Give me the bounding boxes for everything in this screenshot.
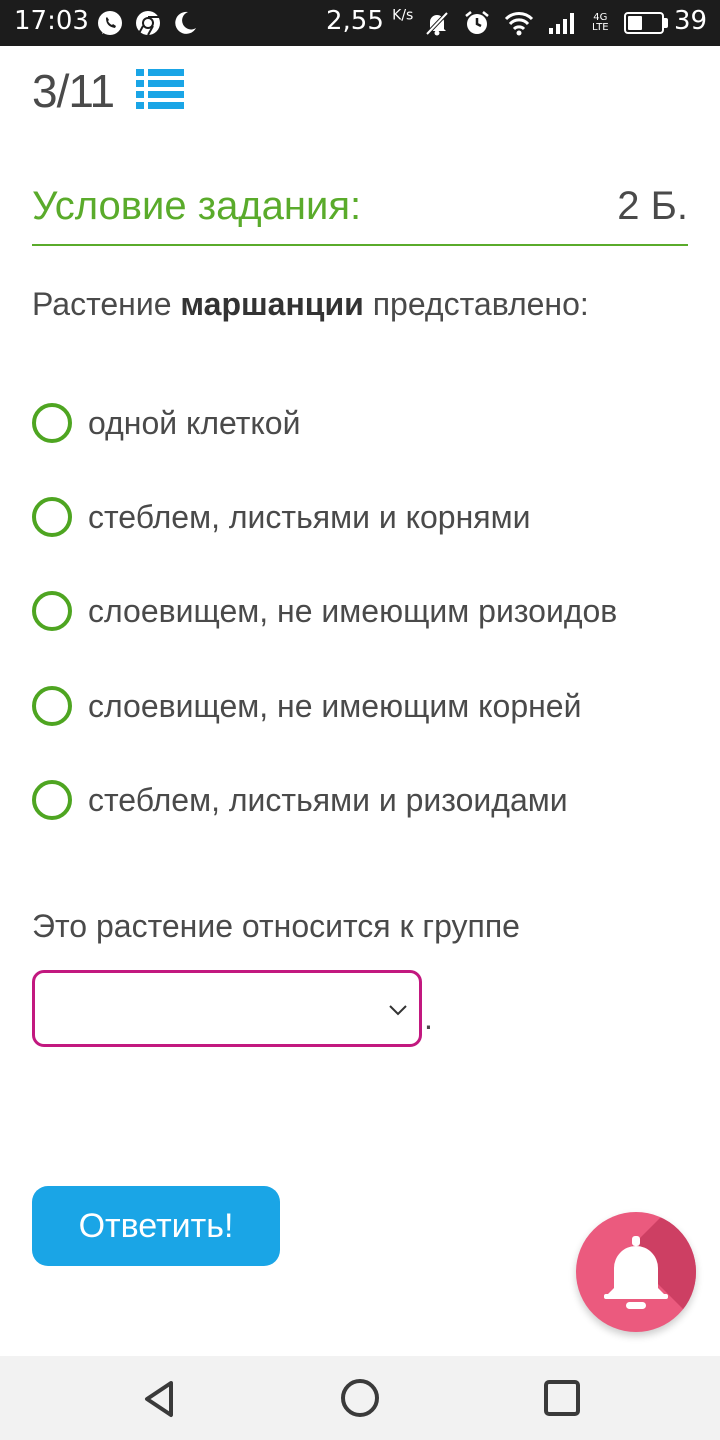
question-prefix: Растение: [32, 286, 181, 322]
wifi-icon: [504, 12, 534, 36]
nav-bar: [0, 1356, 720, 1440]
answer-option[interactable]: слоевищем, не имеющим ризоидов: [32, 590, 617, 632]
signal-icon: [549, 13, 574, 34]
question-progress: 3/11: [32, 65, 115, 117]
network-type-bottom: LTE: [592, 22, 609, 33]
answer-button[interactable]: Ответить!: [32, 1186, 280, 1266]
recents-icon[interactable]: [540, 1376, 584, 1420]
radio-button[interactable]: [32, 686, 72, 726]
answer-option-label: слоевищем, не имеющим ризоидов: [88, 592, 618, 629]
answer-option[interactable]: одной клеткой: [32, 402, 300, 444]
notification-button[interactable]: [576, 1212, 696, 1332]
radio-button[interactable]: [32, 403, 72, 443]
status-time: 17:03: [14, 6, 89, 36]
question-text: Растение маршанции представлено:: [32, 286, 589, 323]
battery-fill: [628, 16, 642, 30]
group-select[interactable]: [32, 970, 422, 1047]
muted-bell-icon: [425, 11, 449, 36]
alarm-icon: [465, 11, 489, 34]
select-trailing-period: .: [424, 1000, 433, 1036]
status-bar: 17:03 2,55 K/s 4G LTE 39: [0, 0, 720, 46]
back-icon[interactable]: [138, 1376, 184, 1422]
network-speed: 2,55 K/s: [326, 6, 413, 36]
condition-points: 2 Б.: [617, 184, 688, 228]
battery-level: 39: [674, 6, 708, 36]
status-icons-right: 4G LTE: [424, 9, 609, 37]
speed-value: 2,55: [326, 6, 384, 36]
radio-button[interactable]: [32, 780, 72, 820]
condition-divider: [32, 244, 688, 246]
moon-icon: [175, 11, 196, 34]
answer-option[interactable]: слоевищем, не имеющим корней: [32, 685, 581, 727]
answer-option-label: стеблем, листьями и корнями: [88, 498, 531, 535]
network-type: 4G LTE: [592, 13, 609, 33]
list-icon[interactable]: [136, 68, 184, 110]
question-bold: маршанции: [180, 286, 364, 322]
bell-icon: [604, 1236, 668, 1309]
radio-button[interactable]: [32, 497, 72, 537]
home-icon[interactable]: [338, 1376, 382, 1420]
answer-option-label: одной клеткой: [88, 404, 301, 441]
chrome-icon: [136, 11, 160, 36]
chevron-down-icon: [389, 1005, 407, 1016]
condition-title: Условие задания:: [32, 184, 362, 228]
answer-option-label: слоевищем, не имеющим корней: [88, 687, 582, 724]
whatsapp-icon: [98, 11, 122, 35]
radio-button[interactable]: [32, 591, 72, 631]
battery-tip: [664, 18, 668, 28]
question-suffix: представлено:: [363, 286, 589, 322]
group-question-text: Это растение относится к группе: [32, 908, 520, 944]
speed-unit: K/s: [392, 7, 414, 24]
answer-option-label: стеблем, листьями и ризоидами: [88, 781, 568, 818]
status-icons-left: [96, 9, 198, 37]
answer-option[interactable]: стеблем, листьями и ризоидами: [32, 779, 568, 821]
answer-option[interactable]: стеблем, листьями и корнями: [32, 496, 530, 538]
battery-icon: [624, 12, 664, 34]
